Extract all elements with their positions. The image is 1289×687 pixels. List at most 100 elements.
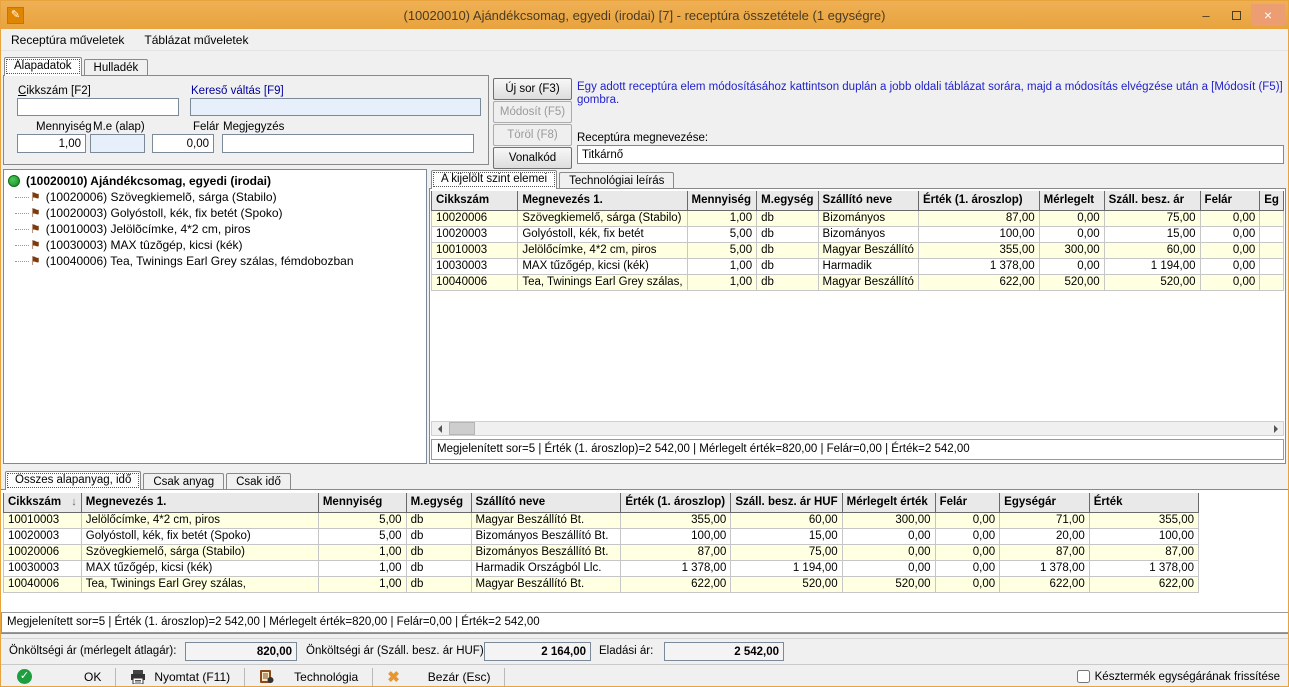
ok-button[interactable]: ✓ OK bbox=[1, 668, 115, 686]
column-header[interactable]: Felár bbox=[935, 493, 1000, 512]
uj-sor-button[interactable]: Új sor (F3) bbox=[493, 78, 572, 100]
tab-osszes-alapanyag[interactable]: Összes alapanyag, idő bbox=[5, 471, 141, 490]
main-tabstrip: Alapadatok Hulladék bbox=[4, 57, 150, 76]
tab-technologiai-leiras[interactable]: Technológiai leírás bbox=[559, 172, 674, 189]
column-header[interactable]: Érték bbox=[1089, 493, 1198, 512]
column-header[interactable]: Megnevezés 1. bbox=[81, 493, 318, 512]
table-row[interactable]: 10040006Tea, Twinings Earl Grey szálas,1… bbox=[4, 576, 1199, 592]
table-row[interactable]: 10020006Szövegkiemelő, sárga (Stabilo)1,… bbox=[432, 210, 1284, 226]
table-row[interactable]: 10020006Szövegkiemelő, sárga (Stabilo)1,… bbox=[4, 544, 1199, 560]
table-row[interactable]: 10010003Jelölőcímke, 4*2 cm, piros5,00db… bbox=[432, 242, 1284, 258]
table-cell: Bizományos bbox=[818, 210, 918, 226]
table-cell: 75,00 bbox=[1104, 210, 1200, 226]
torol-button[interactable]: Töröl (F8) bbox=[493, 124, 572, 146]
vonalkod-button[interactable]: Vonalkód bbox=[493, 147, 572, 169]
column-header[interactable]: Eg bbox=[1260, 191, 1284, 210]
table-row[interactable]: 10010003Jelölőcímke, 4*2 cm, piros5,00db… bbox=[4, 512, 1199, 528]
technology-button[interactable]: Technológia bbox=[245, 668, 372, 686]
column-header[interactable]: Cikkszám bbox=[432, 191, 518, 210]
me-alap-label: M.e (alap) bbox=[93, 121, 145, 133]
upper-grid-wrap: CikkszámMegnevezés 1.MennyiségM.egységSz… bbox=[431, 191, 1284, 419]
cikkszam-input[interactable] bbox=[17, 98, 179, 116]
table-row[interactable]: 10030003MAX tűzőgép, kicsi (kék)1,00dbHa… bbox=[432, 258, 1284, 274]
mennyiseg-input[interactable] bbox=[17, 134, 86, 153]
tab-alapadatok[interactable]: Alapadatok bbox=[4, 57, 82, 76]
modosit-button[interactable]: Módosít (F5) bbox=[493, 101, 572, 123]
maximize-button[interactable] bbox=[1221, 5, 1251, 25]
table-cell: 1 378,00 bbox=[621, 560, 731, 576]
column-header[interactable]: Száll. besz. ár bbox=[1104, 191, 1200, 210]
component-flag-icon: ⚑ bbox=[30, 239, 41, 251]
tree-child-node[interactable]: ⚑(10040006) Tea, Twinings Earl Grey szál… bbox=[6, 253, 424, 269]
table-cell: Bizományos Beszállító Bt. bbox=[471, 544, 621, 560]
tab-csak-anyag[interactable]: Csak anyag bbox=[143, 473, 224, 490]
recipe-name-input[interactable] bbox=[577, 145, 1284, 164]
column-header[interactable]: Mérlegelt érték bbox=[842, 493, 935, 512]
column-header[interactable]: Szállító neve bbox=[818, 191, 918, 210]
column-header[interactable]: Mennyiség bbox=[687, 191, 757, 210]
table-cell: 300,00 bbox=[1039, 242, 1104, 258]
close-dialog-button[interactable]: ✖ Bezár (Esc) bbox=[373, 668, 504, 686]
tab-hulladek[interactable]: Hulladék bbox=[84, 59, 149, 76]
table-cell: db bbox=[757, 210, 818, 226]
menu-receptura-muveletek[interactable]: Receptúra műveletek bbox=[1, 30, 134, 50]
column-header[interactable]: Száll. besz. ár HUF bbox=[731, 493, 842, 512]
column-header[interactable]: M.egység bbox=[757, 191, 818, 210]
minimize-button[interactable]: – bbox=[1191, 5, 1221, 25]
tree-child-node[interactable]: ⚑(10010003) Jelölõcímke, 4*2 cm, piros bbox=[6, 221, 424, 237]
app-logo-icon: ✎ bbox=[7, 7, 24, 24]
table-row[interactable]: 10020003Golyóstoll, kék, fix betét (Spok… bbox=[4, 528, 1199, 544]
column-header[interactable]: Egységár bbox=[1000, 493, 1090, 512]
table-cell: 0,00 bbox=[842, 560, 935, 576]
kereso-valtas-label: Kereső váltás [F9] bbox=[191, 85, 284, 97]
upper-grid-hscrollbar[interactable] bbox=[431, 421, 1284, 436]
tab-csak-ido[interactable]: Csak idő bbox=[226, 473, 291, 490]
table-cell: 0,00 bbox=[935, 544, 1000, 560]
table-cell: 1,00 bbox=[687, 210, 757, 226]
scroll-right-icon[interactable] bbox=[1268, 422, 1283, 435]
menu-tablazat-muveletek[interactable]: Táblázat műveletek bbox=[134, 30, 258, 50]
column-header[interactable]: Szállító neve bbox=[471, 493, 621, 512]
print-button[interactable]: Nyomtat (F11) bbox=[116, 668, 244, 686]
table-cell: 0,00 bbox=[935, 528, 1000, 544]
column-header[interactable]: Érték (1. ároszlop) bbox=[621, 493, 731, 512]
table-row[interactable]: 10040006Tea, Twinings Earl Grey szálas,1… bbox=[432, 274, 1284, 290]
components-table[interactable]: CikkszámMegnevezés 1.MennyiségM.egységSz… bbox=[431, 191, 1284, 291]
table-cell: 75,00 bbox=[731, 544, 842, 560]
tree-child-node[interactable]: ⚑(10030003) MAX tûzõgép, kicsi (kék) bbox=[6, 237, 424, 253]
table-row[interactable]: 10030003MAX tűzőgép, kicsi (kék)1,00dbHa… bbox=[4, 560, 1199, 576]
table-cell: Jelölőcímke, 4*2 cm, piros bbox=[81, 512, 318, 528]
tree-child-node[interactable]: ⚑(10020003) Golyóstoll, kék, fix betét (… bbox=[6, 205, 424, 221]
column-header[interactable]: Érték (1. ároszlop) bbox=[918, 191, 1039, 210]
table-cell: 71,00 bbox=[1000, 512, 1090, 528]
me-alap-input[interactable] bbox=[90, 134, 145, 153]
recipe-name-label: Receptúra megnevezése: bbox=[577, 132, 708, 144]
column-header[interactable]: Felár bbox=[1200, 191, 1260, 210]
scroll-left-icon[interactable] bbox=[432, 422, 447, 435]
megjegyzes-input[interactable] bbox=[222, 134, 474, 153]
eladasi-ar-value bbox=[664, 642, 784, 661]
felar-input[interactable] bbox=[152, 134, 214, 153]
kereso-valtas-input[interactable] bbox=[190, 98, 481, 116]
table-cell bbox=[1260, 258, 1284, 274]
table-cell: 87,00 bbox=[1000, 544, 1090, 560]
materials-table[interactable]: Cikkszám↓Megnevezés 1.MennyiségM.egységS… bbox=[3, 493, 1199, 593]
table-row[interactable]: 10020003Golyóstoll, kék, fix betét5,00db… bbox=[432, 226, 1284, 242]
printer-icon bbox=[130, 670, 146, 684]
update-unit-price-checkbox[interactable] bbox=[1077, 670, 1090, 683]
column-header[interactable]: Mérlegelt bbox=[1039, 191, 1104, 210]
scrollbar-thumb[interactable] bbox=[449, 422, 475, 435]
close-button[interactable]: × bbox=[1251, 4, 1285, 26]
column-header[interactable]: Megnevezés 1. bbox=[518, 191, 687, 210]
column-header[interactable]: Cikkszám↓ bbox=[4, 493, 82, 512]
table-cell: 520,00 bbox=[1104, 274, 1200, 290]
tab-kijelolt-szint-elemei[interactable]: A kijelölt szint elemei bbox=[431, 170, 557, 189]
eladasi-ar-label: Eladási ár: bbox=[599, 645, 653, 657]
column-header[interactable]: Mennyiség bbox=[318, 493, 406, 512]
tree-child-node[interactable]: ⚑(10020006) Szövegkiemelõ, sárga (Stabil… bbox=[6, 189, 424, 205]
column-header[interactable]: M.egység bbox=[406, 493, 471, 512]
tree-root-node[interactable]: (10020010) Ajándékcsomag, egyedi (irodai… bbox=[6, 173, 424, 189]
tree-connector bbox=[15, 197, 29, 198]
window-title: (10020010) Ajándékcsomag, egyedi (irodai… bbox=[1, 8, 1288, 23]
recipe-tree[interactable]: (10020010) Ajándékcsomag, egyedi (irodai… bbox=[3, 169, 427, 464]
